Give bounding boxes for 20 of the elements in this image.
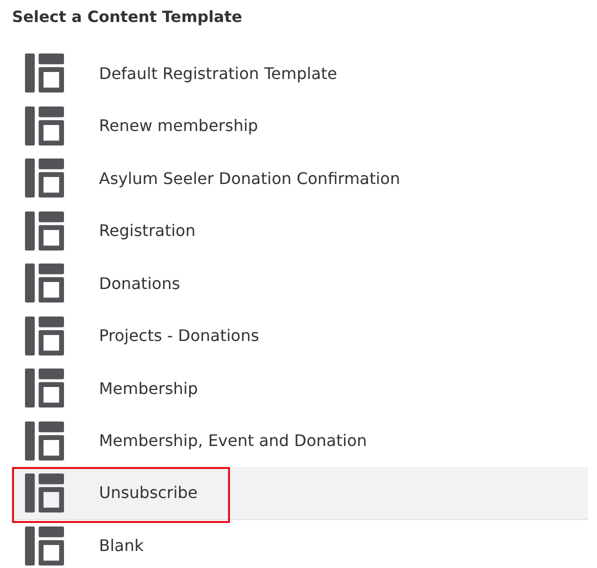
layout-template-icon [25, 210, 64, 251]
template-item[interactable]: Default Registration Template [12, 47, 588, 100]
dialog-title: Select a Content Template [12, 7, 244, 28]
layout-template-icon [25, 420, 64, 461]
layout-template-icon [25, 472, 64, 513]
template-item[interactable]: Membership [12, 362, 588, 414]
template-item[interactable]: Registration [12, 204, 588, 257]
layout-template-icon [25, 106, 64, 146]
template-item[interactable]: Membership, Event and Donation [12, 414, 588, 467]
layout-template-icon [25, 53, 64, 94]
layout-template-icon [25, 368, 64, 408]
layout-template-icon [25, 263, 64, 304]
layout-template-icon [25, 158, 64, 198]
layout-template-icon [25, 526, 64, 566]
layout-template-icon [25, 316, 64, 356]
template-item[interactable]: Blank [12, 520, 588, 568]
template-item[interactable]: Projects - Donations [12, 310, 588, 362]
template-item[interactable]: Donations [12, 257, 588, 310]
template-item[interactable]: Asylum Seeler Donation Confirmation [12, 152, 588, 204]
template-item[interactable]: Renew membership [12, 100, 588, 152]
